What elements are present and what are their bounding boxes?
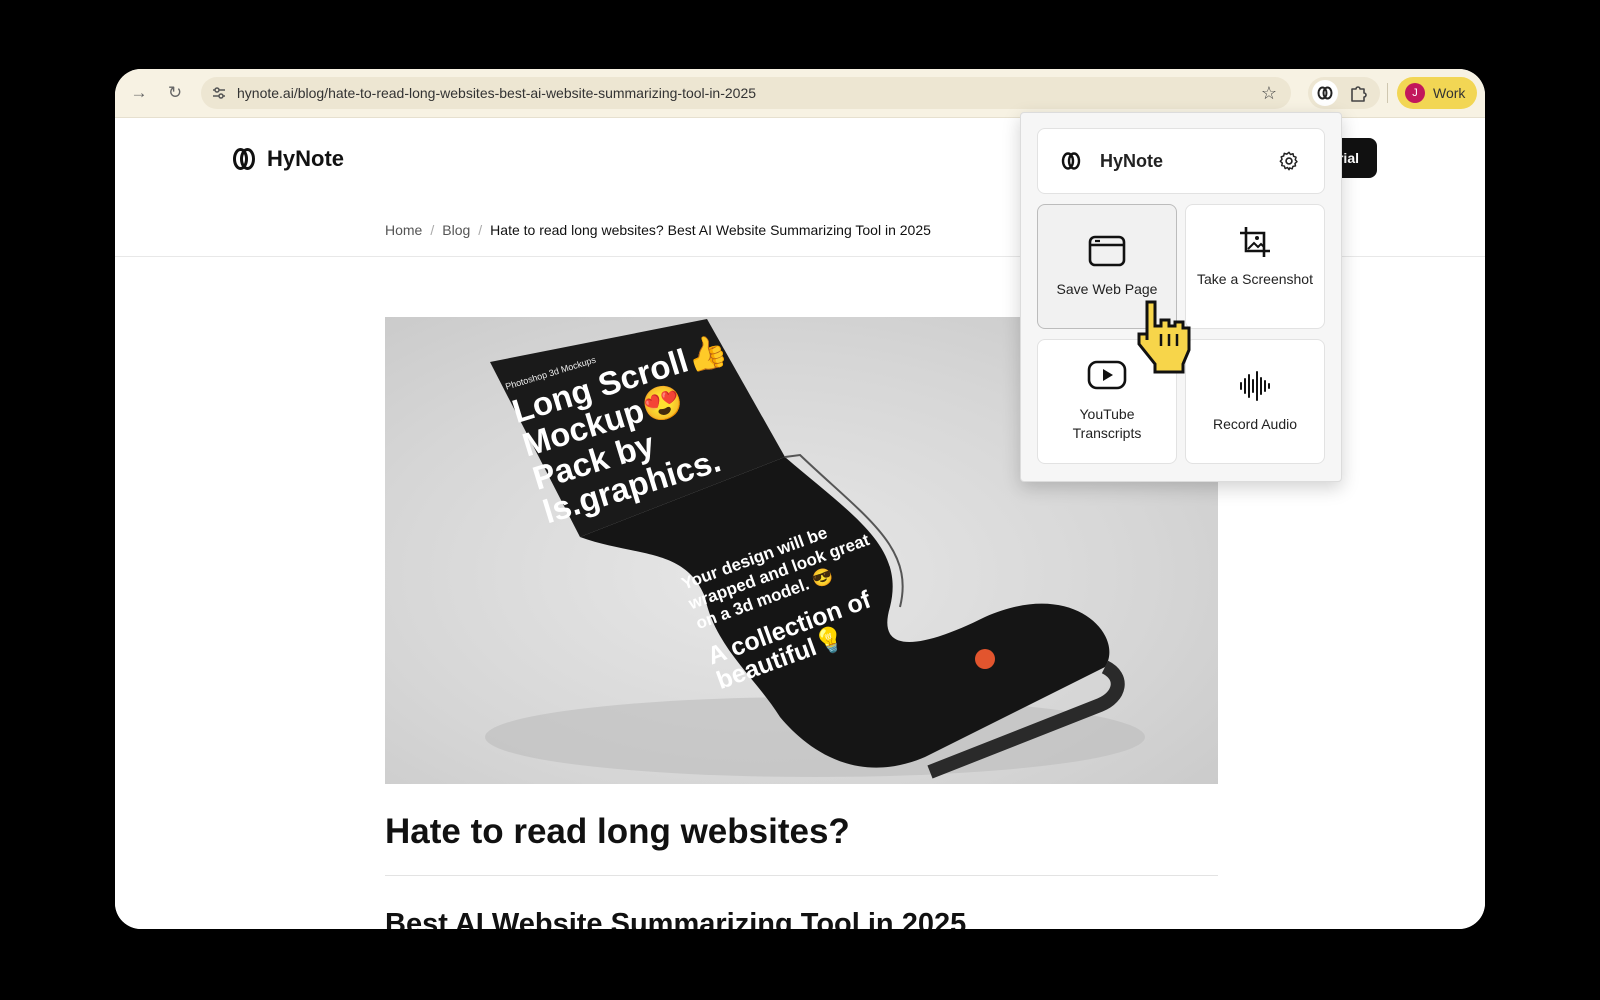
breadcrumb: Home / Blog / Hate to read long websites? Be… — [385, 222, 931, 238]
crop-image-icon — [1240, 227, 1270, 257]
extensions-group — [1308, 77, 1380, 109]
forward-icon[interactable]: → — [129, 83, 149, 103]
hynote-logo-icon — [1061, 152, 1081, 170]
youtube-play-icon — [1087, 360, 1127, 390]
site-logo[interactable]: HyNote — [230, 145, 344, 173]
tile-label: YouTube Transcripts — [1072, 406, 1142, 441]
address-bar[interactable]: hynote.ai/blog/hate-to-read-long-website… — [201, 77, 1291, 109]
breadcrumb-separator: / — [478, 222, 483, 238]
profile-button[interactable]: J Work — [1397, 77, 1477, 109]
breadcrumb-home[interactable]: Home — [385, 222, 422, 238]
article-title: Hate to read long websites? — [385, 812, 850, 851]
puzzle-extensions-icon[interactable] — [1348, 82, 1370, 104]
browser-window-icon — [1088, 235, 1126, 267]
profile-label: Work — [1433, 85, 1466, 101]
popup-header: HyNote — [1037, 128, 1325, 194]
site-settings-icon[interactable] — [211, 85, 227, 101]
waveform-icon — [1240, 371, 1270, 401]
title-divider — [385, 875, 1218, 876]
gear-icon[interactable] — [1278, 150, 1300, 172]
article-subtitle: Best AI Website Summarizing Tool in 2025 — [385, 908, 967, 929]
tile-label: Take a Screenshot — [1197, 271, 1313, 287]
breadcrumb-blog[interactable]: Blog — [442, 222, 470, 238]
record-audio-button[interactable]: Record Audio — [1185, 339, 1325, 464]
breadcrumb-separator: / — [430, 222, 435, 238]
browser-toolbar: → ↻ hynote.ai/blog/hate-to-read-long-web… — [115, 69, 1485, 118]
hynote-logo-icon — [233, 148, 255, 170]
logo-text: HyNote — [267, 146, 345, 171]
hand-pointer-cursor-icon — [1137, 300, 1191, 374]
tile-label: Record Audio — [1212, 416, 1298, 432]
popup-title: HyNote — [1100, 151, 1164, 171]
hynote-extension-icon[interactable] — [1312, 80, 1338, 106]
hynote-extension-popup: HyNote Save Web Page Take a Screenshot Y… — [1020, 112, 1342, 482]
bookmark-star-icon[interactable]: ☆ — [1261, 83, 1277, 104]
tile-label: Save Web Page — [1056, 281, 1158, 297]
take-screenshot-button[interactable]: Take a Screenshot — [1185, 204, 1325, 329]
toolbar-divider — [1387, 83, 1388, 103]
breadcrumb-current: Hate to read long websites? Best AI Webs… — [490, 222, 931, 238]
url-text[interactable]: hynote.ai/blog/hate-to-read-long-website… — [237, 85, 756, 101]
avatar: J — [1405, 83, 1425, 103]
reload-icon[interactable]: ↻ — [165, 83, 185, 103]
